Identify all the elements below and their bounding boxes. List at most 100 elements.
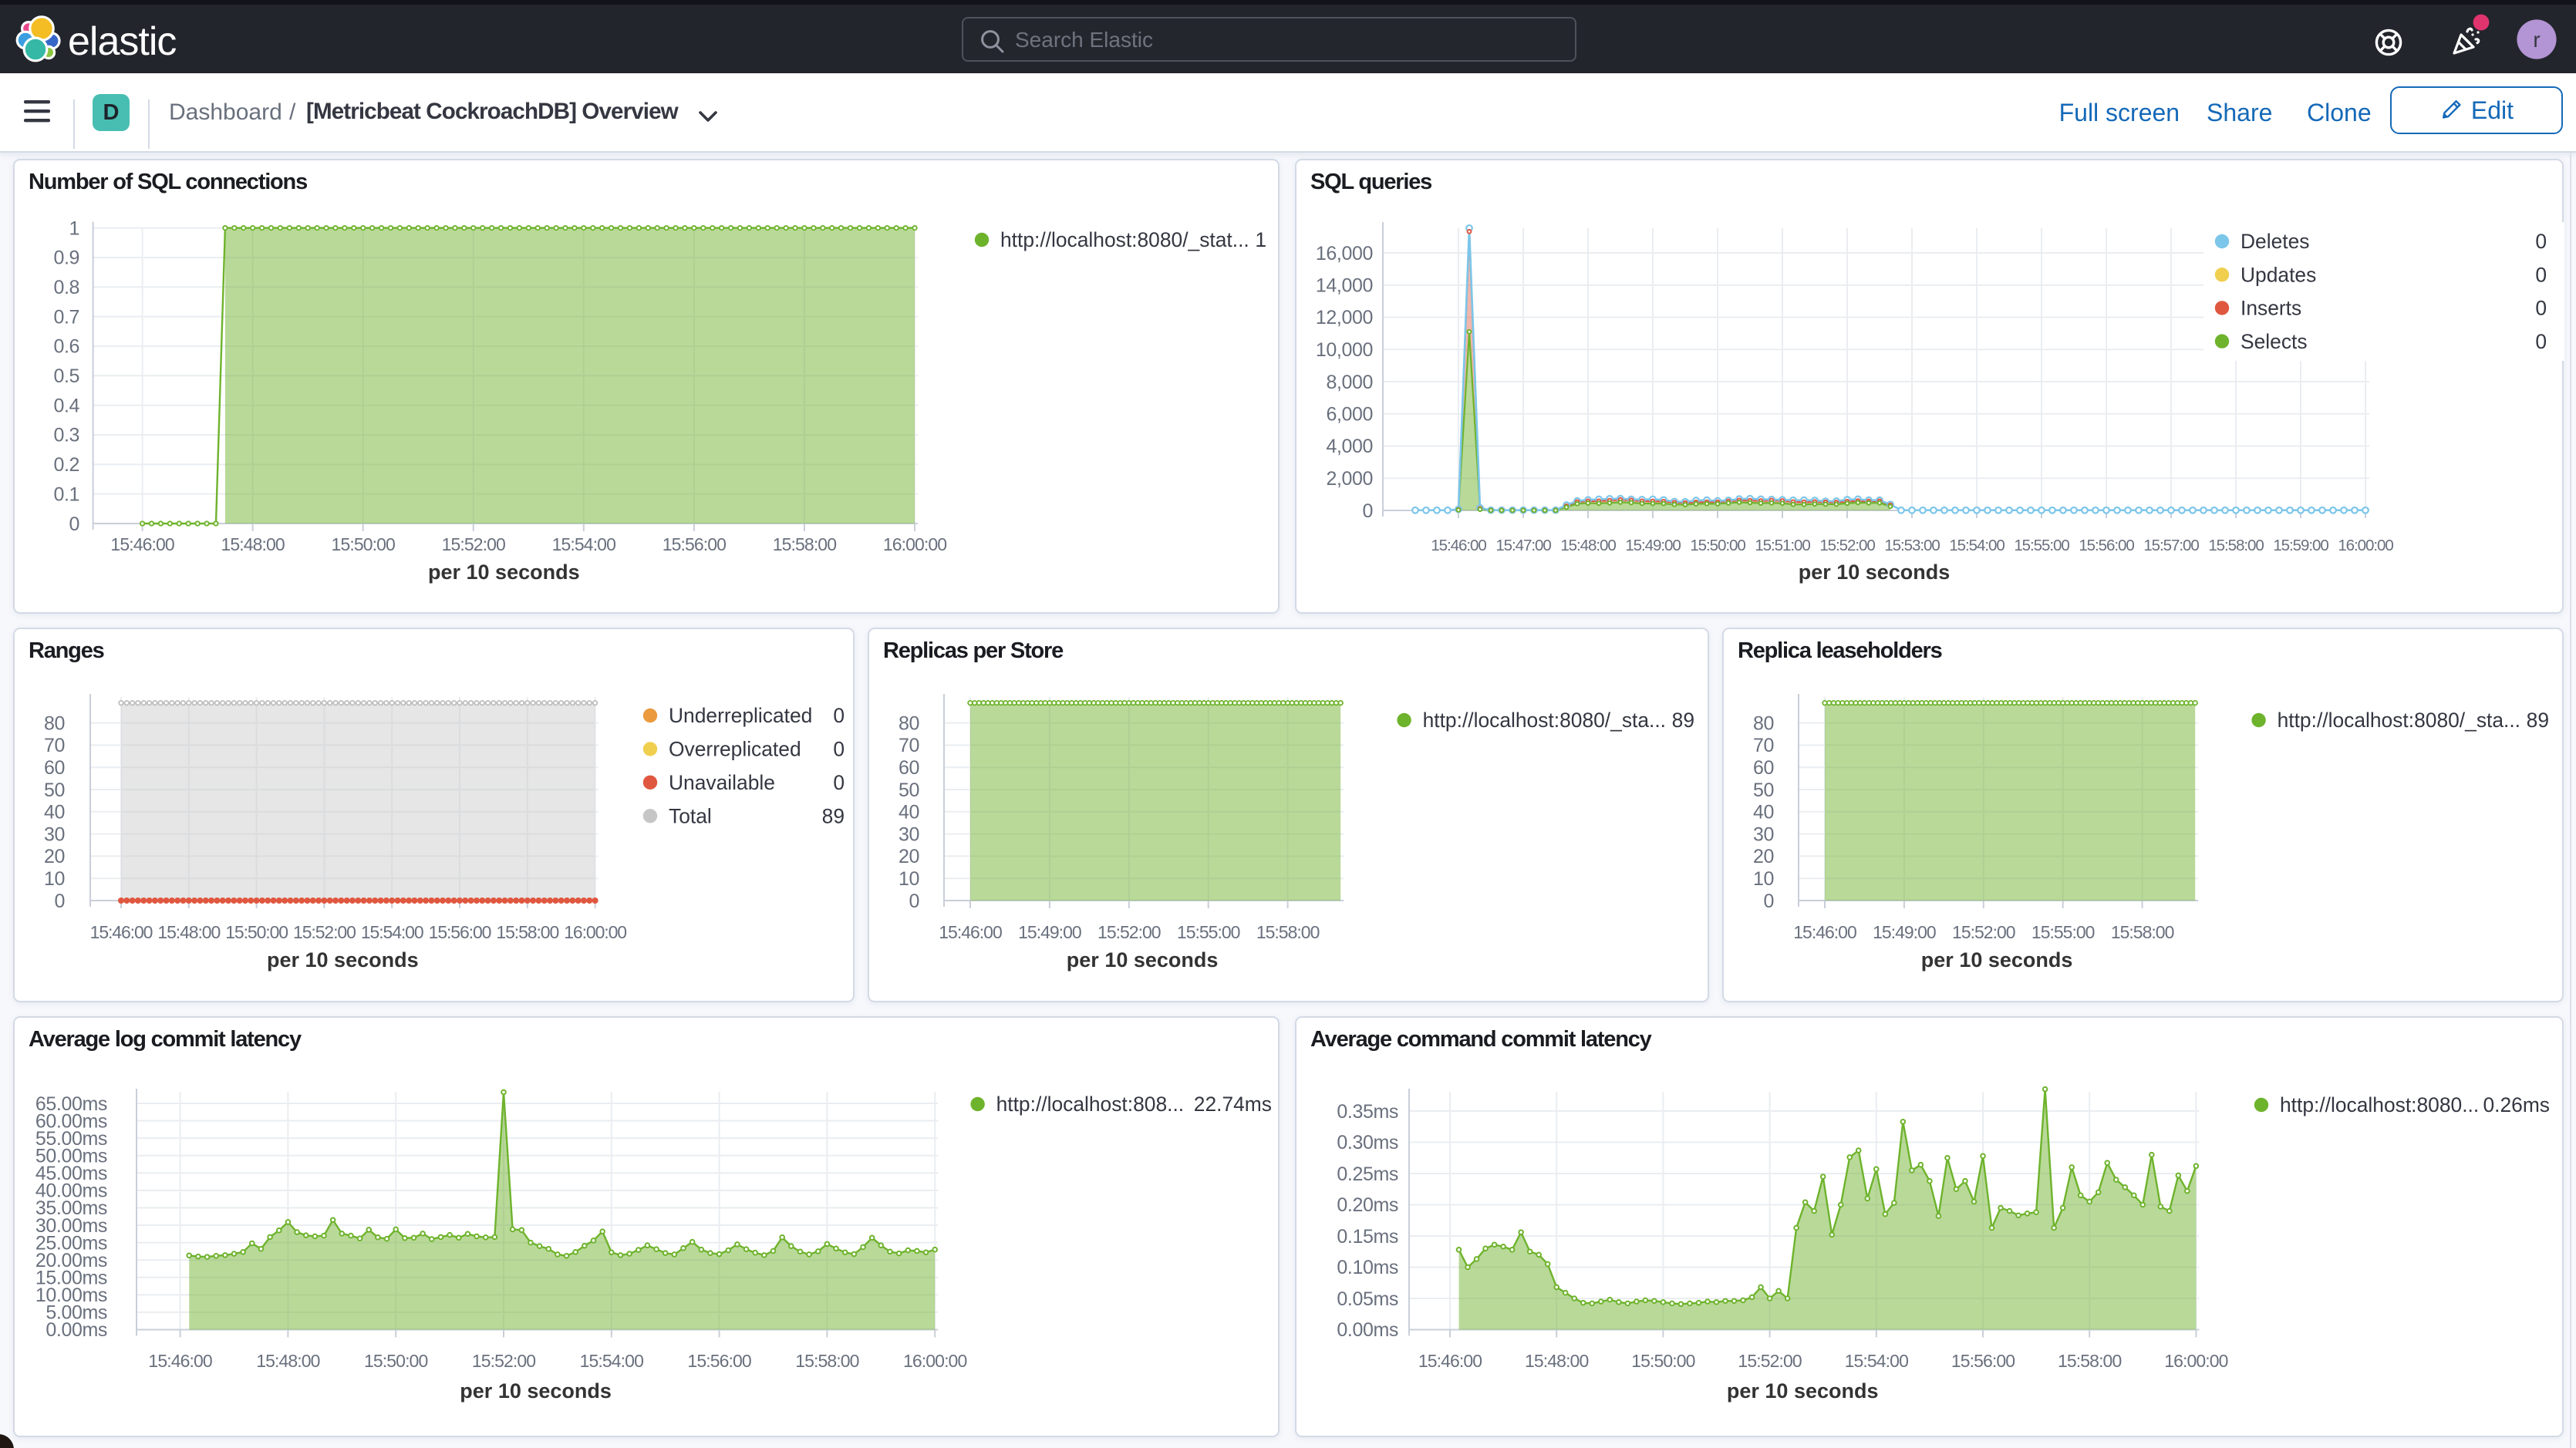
svg-text:15:58:00: 15:58:00 (2208, 537, 2264, 554)
svg-text:15:48:00: 15:48:00 (256, 1351, 319, 1371)
svg-text:50: 50 (899, 780, 919, 801)
svg-text:per 10 seconds: per 10 seconds (460, 1379, 612, 1403)
svg-text:20: 20 (44, 846, 65, 867)
svg-text:16:00:00: 16:00:00 (564, 922, 626, 942)
svg-text:15:48:00: 15:48:00 (1525, 1351, 1588, 1371)
svg-text:15:50:00: 15:50:00 (225, 922, 288, 942)
svg-text:0.8: 0.8 (53, 277, 79, 298)
svg-text:0.30ms: 0.30ms (1337, 1132, 1398, 1153)
svg-text:15:52:00: 15:52:00 (472, 1351, 535, 1371)
svg-text:15:55:00: 15:55:00 (2031, 922, 2095, 942)
svg-text:Selects: Selects (2241, 330, 2308, 353)
svg-text:70: 70 (44, 735, 65, 756)
svg-text:15:50:00: 15:50:00 (1690, 537, 1745, 554)
svg-text:http://localhost:8080/_sta...: http://localhost:8080/_sta... (1423, 709, 1666, 732)
svg-text:15:52:00: 15:52:00 (1952, 922, 2015, 942)
svg-text:60: 60 (1753, 757, 1774, 779)
svg-text:Underreplicated: Underreplicated (669, 704, 812, 727)
svg-text:0.26ms: 0.26ms (2483, 1093, 2550, 1116)
svg-text:0.00ms: 0.00ms (1337, 1319, 1398, 1341)
svg-text:15:50:00: 15:50:00 (332, 534, 395, 554)
svg-text:14,000: 14,000 (1316, 275, 1373, 297)
svg-text:15:52:00: 15:52:00 (1819, 537, 1875, 554)
svg-text:1: 1 (1255, 228, 1266, 251)
svg-text:12,000: 12,000 (1316, 307, 1373, 328)
svg-text:15:52:00: 15:52:00 (293, 922, 356, 942)
svg-text:0.15ms: 0.15ms (1337, 1226, 1398, 1248)
svg-text:0.6: 0.6 (53, 336, 79, 358)
svg-text:Deletes: Deletes (2241, 230, 2309, 253)
svg-text:Updates: Updates (2241, 263, 2316, 286)
svg-text:15:46:00: 15:46:00 (148, 1351, 211, 1371)
svg-text:70: 70 (1753, 735, 1774, 756)
svg-text:15:51:00: 15:51:00 (1755, 537, 1810, 554)
svg-text:40: 40 (899, 802, 919, 823)
svg-text:30: 30 (1753, 823, 1774, 845)
svg-text:40: 40 (1753, 802, 1774, 823)
svg-text:30: 30 (44, 823, 65, 845)
svg-text:60: 60 (44, 757, 65, 779)
svg-text:0: 0 (2535, 263, 2547, 286)
svg-text:80: 80 (1753, 712, 1774, 734)
svg-text:15:49:00: 15:49:00 (1625, 537, 1681, 554)
svg-text:50: 50 (44, 780, 65, 801)
svg-text:Unavailable: Unavailable (669, 771, 775, 794)
svg-text:0.05ms: 0.05ms (1337, 1288, 1398, 1310)
svg-text:15:46:00: 15:46:00 (1431, 537, 1486, 554)
svg-text:80: 80 (899, 712, 919, 734)
svg-text:15:58:00: 15:58:00 (773, 534, 836, 554)
svg-text:15:46:00: 15:46:00 (1793, 922, 1856, 942)
svg-text:0: 0 (1362, 500, 1373, 522)
svg-text:15:52:00: 15:52:00 (1738, 1351, 1801, 1371)
svg-text:0.1: 0.1 (53, 483, 79, 505)
svg-text:0.20ms: 0.20ms (1337, 1194, 1398, 1216)
svg-text:r: r (2533, 28, 2540, 52)
svg-text:10: 10 (44, 868, 65, 890)
svg-text:15:46:00: 15:46:00 (1418, 1351, 1482, 1371)
svg-text:0: 0 (833, 771, 845, 794)
svg-text:15:48:00: 15:48:00 (157, 922, 220, 942)
svg-text:15:48:00: 15:48:00 (1560, 537, 1616, 554)
svg-text:10: 10 (899, 868, 919, 890)
svg-text:0: 0 (69, 514, 79, 535)
svg-text:20: 20 (1753, 846, 1774, 867)
svg-text:65.00ms: 65.00ms (35, 1093, 107, 1115)
svg-text:0: 0 (833, 738, 845, 761)
svg-text:15:58:00: 15:58:00 (2058, 1351, 2121, 1371)
svg-text:0.10ms: 0.10ms (1337, 1257, 1398, 1278)
svg-text:15:54:00: 15:54:00 (1949, 537, 2004, 554)
svg-text:15:58:00: 15:58:00 (1256, 922, 1320, 942)
svg-text:0: 0 (54, 891, 65, 912)
svg-text:15:56:00: 15:56:00 (2079, 537, 2134, 554)
svg-text:per 10 seconds: per 10 seconds (267, 948, 419, 972)
svg-text:15:58:00: 15:58:00 (496, 922, 558, 942)
svg-text:15:56:00: 15:56:00 (663, 534, 726, 554)
svg-text:0: 0 (1763, 891, 1774, 912)
svg-text:10: 10 (1753, 868, 1774, 890)
svg-text:60: 60 (899, 757, 919, 779)
svg-text:1: 1 (69, 217, 79, 239)
svg-text:15:54:00: 15:54:00 (580, 1351, 643, 1371)
svg-text:15:46:00: 15:46:00 (939, 922, 1002, 942)
svg-text:89: 89 (822, 804, 845, 827)
svg-text:50: 50 (1753, 780, 1774, 801)
svg-text:http://localhost:8080...: http://localhost:8080... (2280, 1093, 2479, 1116)
svg-text:0: 0 (833, 704, 845, 727)
svg-text:15:57:00: 15:57:00 (2143, 537, 2199, 554)
svg-text:15:54:00: 15:54:00 (1845, 1351, 1908, 1371)
svg-text:16:00:00: 16:00:00 (2338, 537, 2393, 554)
svg-text:15:50:00: 15:50:00 (1631, 1351, 1694, 1371)
svg-text:http://localhost:8080/_sta...: http://localhost:8080/_sta... (2278, 709, 2520, 732)
svg-text:per 10 seconds: per 10 seconds (1799, 561, 1951, 584)
svg-text:0.35ms: 0.35ms (1337, 1101, 1398, 1123)
svg-text:2,000: 2,000 (1326, 468, 1373, 490)
svg-text:15:54:00: 15:54:00 (552, 534, 615, 554)
svg-text:16:00:00: 16:00:00 (2164, 1351, 2227, 1371)
svg-text:8,000: 8,000 (1326, 372, 1373, 393)
svg-text:15:59:00: 15:59:00 (2273, 537, 2328, 554)
svg-text:0.3: 0.3 (53, 425, 79, 446)
svg-text:15:58:00: 15:58:00 (795, 1351, 858, 1371)
svg-text:10,000: 10,000 (1316, 339, 1373, 361)
svg-text:89: 89 (1672, 709, 1694, 732)
svg-text:per 10 seconds: per 10 seconds (1921, 948, 2073, 972)
